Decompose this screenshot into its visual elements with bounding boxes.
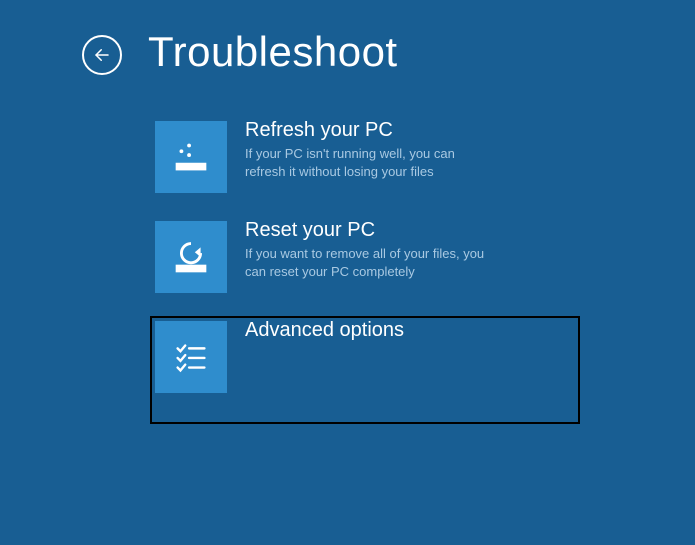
option-text: Advanced options — [227, 321, 404, 345]
option-text: Reset your PC If you want to remove all … — [227, 221, 485, 280]
option-refresh-pc[interactable]: Refresh your PC If your PC isn't running… — [150, 116, 580, 198]
refresh-pc-icon — [168, 134, 214, 180]
option-desc: If your PC isn't running well, you can r… — [245, 145, 485, 180]
option-text: Refresh your PC If your PC isn't running… — [227, 121, 485, 180]
option-title: Reset your PC — [245, 219, 485, 241]
option-advanced-options[interactable]: Advanced options — [150, 316, 580, 424]
advanced-options-icon — [168, 334, 214, 380]
option-title: Refresh your PC — [245, 119, 485, 141]
option-reset-pc[interactable]: Reset your PC If you want to remove all … — [150, 216, 580, 298]
options-list: Refresh your PC If your PC isn't running… — [0, 76, 695, 424]
option-title: Advanced options — [245, 319, 404, 341]
back-button[interactable] — [82, 35, 122, 75]
refresh-pc-tile — [155, 121, 227, 193]
option-desc: If you want to remove all of your files,… — [245, 245, 485, 280]
reset-pc-tile — [155, 221, 227, 293]
header: Troubleshoot — [0, 0, 695, 76]
reset-pc-icon — [168, 234, 214, 280]
advanced-options-tile — [155, 321, 227, 393]
page-title: Troubleshoot — [148, 28, 398, 76]
arrow-left-icon — [93, 46, 111, 64]
